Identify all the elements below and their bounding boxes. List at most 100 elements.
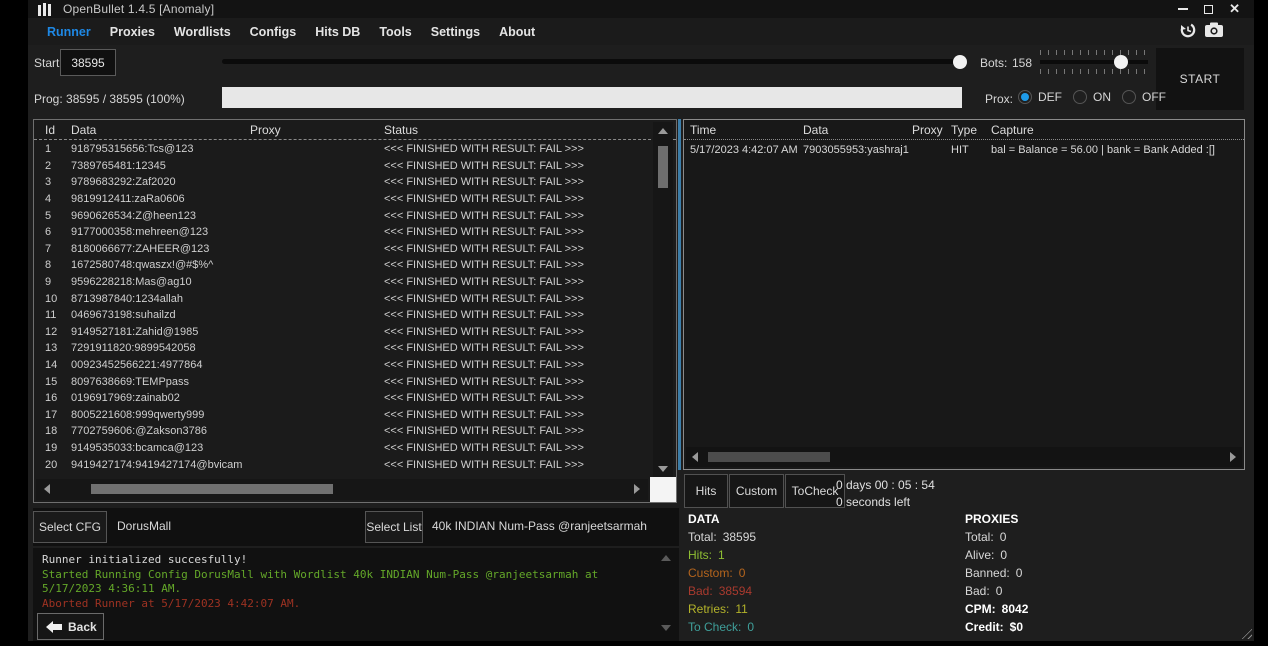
cell-id: 19 [34, 442, 71, 454]
proxy-mode-radio[interactable]: DEF [1018, 90, 1062, 104]
menu-item[interactable]: Settings [431, 25, 480, 39]
cell-id: 13 [34, 342, 71, 354]
select-list-button[interactable]: Select List [365, 511, 423, 543]
radio-icon [1122, 90, 1136, 104]
column-header-proxy[interactable]: Proxy [912, 123, 951, 137]
menu-item[interactable]: Runner [47, 25, 91, 39]
scrollbar-thumb[interactable] [708, 452, 830, 462]
scroll-up-icon[interactable] [661, 555, 671, 561]
proxy-mode-radio[interactable]: OFF [1122, 90, 1166, 104]
close-icon[interactable]: ✕ [1229, 4, 1240, 14]
menu-item[interactable]: Proxies [110, 25, 155, 39]
horizontal-scrollbar[interactable] [36, 479, 648, 500]
scroll-left-icon[interactable] [44, 484, 50, 494]
cell-status: <<< FINISHED WITH RESULT: FAIL >>> [384, 459, 650, 471]
column-header-data[interactable]: Data [803, 123, 912, 137]
table-row[interactable]: 18 7702759606:@Zakson3786 <<< FINISHED W… [34, 423, 650, 440]
back-button[interactable]: Back [37, 613, 104, 640]
table-row[interactable]: 1 918795315656:Tcs@123 <<< FINISHED WITH… [34, 141, 650, 158]
stat-row: CPM:8042 [965, 602, 1028, 620]
scroll-left-icon[interactable] [692, 452, 698, 462]
prox-label: Prox: [985, 92, 1013, 106]
cell-data: 8005221608:999qwerty999 [71, 409, 250, 421]
bots-slider-thumb[interactable] [1114, 55, 1128, 69]
runner-log[interactable]: Runner initialized succesfully!Started R… [33, 548, 679, 641]
panel-splitter[interactable] [678, 119, 681, 470]
scroll-right-icon[interactable] [634, 484, 640, 494]
history-icon[interactable] [1179, 21, 1197, 44]
vertical-scrollbar[interactable] [653, 122, 673, 478]
table-row[interactable]: 10 8713987840:1234allah <<< FINISHED WIT… [34, 290, 650, 307]
table-row[interactable]: 19 9149535033:bcamca@123 <<< FINISHED WI… [34, 440, 650, 457]
stat-row: Total:0 [965, 530, 1028, 548]
scrollbar-thumb[interactable] [658, 146, 668, 188]
cell-id: 11 [34, 309, 71, 321]
column-header-id[interactable]: Id [34, 123, 71, 137]
progress-slider-track[interactable] [222, 59, 958, 64]
window-title: OpenBullet 1.4.5 [Anomaly] [63, 2, 214, 16]
column-header-time[interactable]: Time [684, 123, 803, 137]
table-row[interactable]: 4 9819912411:zaRa0606 <<< FINISHED WITH … [34, 191, 650, 208]
menu-item[interactable]: Tools [379, 25, 411, 39]
table-row[interactable]: 20 9419427174:9419427174@bvicam <<< FINI… [34, 456, 650, 473]
proxy-mode-radio[interactable]: ON [1073, 90, 1111, 104]
bots-label: Bots: [980, 56, 1007, 70]
progress-slider-thumb[interactable] [953, 55, 967, 69]
app-window: OpenBullet 1.4.5 [Anomaly] ✕ Runner Proxi… [28, 0, 1254, 641]
stat-row: Retries:11 [688, 602, 756, 620]
table-row[interactable]: 8 1672580748:qwaszx!@#$%^ <<< FINISHED W… [34, 257, 650, 274]
table-row[interactable]: 5 9690626534:Z@heen123 <<< FINISHED WITH… [34, 207, 650, 224]
custom-filter-button[interactable]: Custom [729, 474, 784, 508]
scroll-up-icon[interactable] [658, 128, 668, 134]
table-row[interactable]: 11 0469673198:suhailzd <<< FINISHED WITH… [34, 307, 650, 324]
cell-status: <<< FINISHED WITH RESULT: FAIL >>> [384, 193, 650, 205]
back-label: Back [68, 620, 97, 634]
proxy-mode-group: DEF ON OFF [1018, 88, 1166, 106]
table-row[interactable]: 3 9789683292:Zaf2020 <<< FINISHED WITH R… [34, 174, 650, 191]
stat-row: Credit:$0 [965, 620, 1028, 638]
cell-status: <<< FINISHED WITH RESULT: FAIL >>> [384, 342, 650, 354]
scrollbar-thumb[interactable] [91, 484, 333, 494]
timer-remaining: 0 seconds left [836, 494, 935, 511]
start-input[interactable] [60, 49, 116, 76]
column-header-type[interactable]: Type [951, 123, 991, 137]
table-row[interactable]: 6 9177000358:mehreen@123 <<< FINISHED WI… [34, 224, 650, 241]
horizontal-scrollbar[interactable] [686, 447, 1242, 467]
scroll-right-icon[interactable] [1230, 452, 1236, 462]
column-header-data[interactable]: Data [71, 123, 250, 137]
bots-slider-track [1040, 60, 1148, 64]
table-row[interactable]: 14 00923452566221:4977864 <<< FINISHED W… [34, 357, 650, 374]
screenshot-camera-icon[interactable] [1204, 21, 1224, 44]
hits-filter-button[interactable]: Hits [684, 474, 728, 508]
table-row[interactable]: 16 0196917969:zainab02 <<< FINISHED WITH… [34, 390, 650, 407]
scroll-down-icon[interactable] [658, 466, 668, 472]
cell-id: 20 [34, 459, 71, 471]
maximize-icon[interactable] [1204, 5, 1213, 14]
menu-item[interactable]: About [499, 25, 535, 39]
table-row[interactable]: 7 8180066677:ZAHEER@123 <<< FINISHED WIT… [34, 241, 650, 258]
start-button[interactable]: START [1156, 48, 1244, 110]
bots-slider[interactable] [1040, 50, 1148, 74]
table-row[interactable]: 2 7389765481:12345 <<< FINISHED WITH RES… [34, 158, 650, 175]
cell-id: 6 [34, 226, 71, 238]
cell-time: 5/17/2023 4:42:07 AM [684, 144, 803, 156]
table-row[interactable]: 12 9149527181:Zahid@1985 <<< FINISHED WI… [34, 324, 650, 341]
table-row[interactable]: 15 8097638669:TEMPpass <<< FINISHED WITH… [34, 373, 650, 390]
menu-item[interactable]: Wordlists [174, 25, 231, 39]
table-row[interactable]: 5/17/2023 4:42:07 AM 7903055953:yashraj1… [684, 141, 1244, 158]
table-row[interactable]: 13 7291911820:9899542058 <<< FINISHED WI… [34, 340, 650, 357]
column-header-proxy[interactable]: Proxy [250, 123, 384, 137]
table-row[interactable]: 17 8005221608:999qwerty999 <<< FINISHED … [34, 407, 650, 424]
column-header-capture[interactable]: Capture [991, 123, 1244, 137]
scroll-down-icon[interactable] [661, 625, 671, 631]
table-row[interactable]: 9 9596228218:Mas@ag10 <<< FINISHED WITH … [34, 274, 650, 291]
select-cfg-button[interactable]: Select CFG [33, 511, 107, 543]
resize-grip[interactable] [1239, 626, 1252, 639]
cell-data: 9690626534:Z@heen123 [71, 210, 250, 222]
stat-row: Alive:0 [965, 548, 1028, 566]
minimize-icon[interactable] [1178, 8, 1188, 10]
column-header-status[interactable]: Status [384, 123, 676, 137]
menu-item[interactable]: Configs [250, 25, 297, 39]
cell-data: 9419427174:9419427174@bvicam [71, 459, 250, 471]
menu-item[interactable]: Hits DB [315, 25, 360, 39]
